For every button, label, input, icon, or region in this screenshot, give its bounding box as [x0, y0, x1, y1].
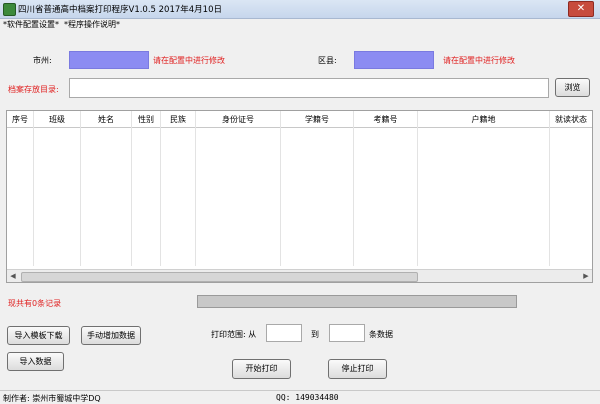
col-header-student-number[interactable]: 学籍号	[281, 114, 353, 125]
import-template-download-button[interactable]: 导入模板下载	[7, 326, 70, 345]
range-to-label: 到	[311, 330, 319, 339]
print-progress-bar	[197, 295, 517, 308]
stop-print-button[interactable]: 停止打印	[328, 359, 387, 379]
col-header-status[interactable]: 就读状态	[550, 114, 592, 125]
menu-item-operation-guide[interactable]: *程序操作说明*	[64, 19, 120, 30]
dir-input[interactable]	[69, 78, 549, 98]
col-header-exam-number[interactable]: 考籍号	[354, 114, 417, 125]
col-header-index[interactable]: 序号	[7, 114, 33, 125]
dir-label: 档案存放目录:	[8, 85, 59, 94]
app-icon	[3, 3, 16, 16]
column-divider	[160, 111, 161, 266]
scroll-right-icon[interactable]: ▶	[581, 271, 591, 281]
city-hint: 请在配置中进行修改	[153, 56, 225, 65]
window-title: 四川省普通高中档案打印程序V1.0.5 2017年4月10日	[18, 5, 223, 15]
city-field	[69, 51, 149, 69]
col-header-household[interactable]: 户籍地	[418, 114, 549, 125]
column-divider	[33, 111, 34, 266]
scroll-thumb[interactable]	[21, 272, 418, 282]
column-divider	[80, 111, 81, 266]
column-divider	[195, 111, 196, 266]
qq-text: QQ: 149034480	[276, 393, 339, 402]
range-to-input[interactable]	[329, 324, 365, 342]
import-data-button[interactable]: 导入数据	[7, 352, 64, 371]
district-field	[354, 51, 434, 69]
status-bar: 制作者: 崇州市蜀城中学DQ QQ: 149034480	[0, 390, 600, 404]
browse-button[interactable]: 浏览	[555, 78, 590, 97]
author-text: 制作者: 崇州市蜀城中学DQ	[3, 394, 101, 403]
range-from-input[interactable]	[266, 324, 302, 342]
start-print-button[interactable]: 开始打印	[232, 359, 291, 379]
col-header-gender[interactable]: 性别	[132, 114, 160, 125]
col-header-ethnicity[interactable]: 民族	[161, 114, 195, 125]
manual-add-data-button[interactable]: 手动增加数据	[81, 326, 141, 345]
district-label: 区县:	[318, 56, 337, 65]
menu-bar: *软件配置设置* *程序操作说明*	[0, 19, 600, 31]
record-count: 现共有0条记录	[8, 299, 62, 308]
scroll-left-icon[interactable]: ◀	[8, 271, 18, 281]
horizontal-scrollbar[interactable]: ◀ ▶	[7, 269, 592, 282]
table-header: 序号 班级 姓名 性别 民族 身份证号 学籍号 考籍号 户籍地 就读状态	[7, 111, 592, 128]
district-hint: 请在配置中进行修改	[443, 56, 515, 65]
print-range-label: 打印范围: 从	[211, 330, 257, 339]
col-header-class[interactable]: 班级	[34, 114, 80, 125]
column-divider	[353, 111, 354, 266]
col-header-name[interactable]: 姓名	[81, 114, 131, 125]
close-button[interactable]: ✕	[568, 1, 594, 17]
column-divider	[280, 111, 281, 266]
column-divider	[549, 111, 550, 266]
column-divider	[417, 111, 418, 266]
city-label: 市州:	[33, 56, 52, 65]
range-unit-label: 条数据	[369, 330, 393, 339]
records-table[interactable]: 序号 班级 姓名 性别 民族 身份证号 学籍号 考籍号 户籍地 就读状态 ◀ ▶	[6, 110, 593, 283]
column-divider	[131, 111, 132, 266]
title-bar: 四川省普通高中档案打印程序V1.0.5 2017年4月10日 ✕	[0, 0, 600, 19]
menu-item-software-settings[interactable]: *软件配置设置*	[3, 19, 59, 30]
col-header-id-number[interactable]: 身份证号	[196, 114, 280, 125]
